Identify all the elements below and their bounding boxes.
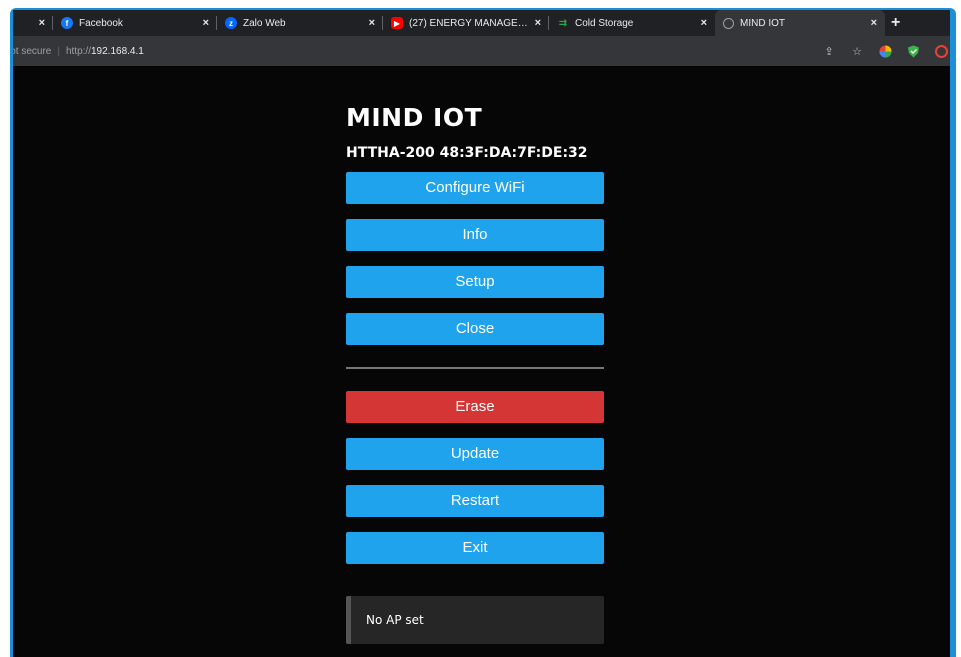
close-icon[interactable]: ×: [871, 17, 877, 29]
tab-title: Facebook: [79, 17, 123, 29]
tab-title: Cold Storage: [575, 17, 634, 29]
device-label: HTTHA-200 48:3F:DA:7F:DE:32: [346, 145, 588, 161]
browser-window: × f Facebook × z Zalo Web × ▶ (27) ENERG…: [13, 10, 950, 657]
security-indicator[interactable]: Not secure: [13, 46, 51, 57]
setup-button[interactable]: Setup: [346, 266, 604, 298]
close-button[interactable]: Close: [346, 313, 604, 345]
tab-facebook[interactable]: f Facebook ×: [53, 10, 217, 36]
status-message: No AP set: [346, 596, 604, 644]
address-separator: |: [57, 45, 60, 57]
toolbar-icons: ⇪ ☆: [822, 42, 950, 60]
address-bar[interactable]: Not secure | http:// 192.168.4.1: [13, 40, 873, 62]
tab-zalo[interactable]: z Zalo Web ×: [217, 10, 383, 36]
tab-strip: × f Facebook × z Zalo Web × ▶ (27) ENERG…: [13, 10, 950, 36]
primary-actions: Configure WiFi Info Setup Close: [346, 172, 604, 345]
close-icon[interactable]: ×: [39, 17, 45, 29]
url-host: 192.168.4.1: [90, 45, 144, 57]
youtube-icon: ▶: [391, 17, 403, 29]
secondary-actions: Erase Update Restart Exit: [346, 391, 604, 564]
close-icon[interactable]: ×: [369, 17, 375, 29]
wifi-manager-portal: MIND IOT HTTHA-200 48:3F:DA:7F:DE:32 Con…: [346, 100, 604, 644]
info-button[interactable]: Info: [346, 219, 604, 251]
share-icon[interactable]: ⇪: [822, 44, 836, 58]
tab-title: (27) ENERGY MANAGEMEN: [409, 17, 529, 29]
update-button[interactable]: Update: [346, 438, 604, 470]
shield-extension-icon[interactable]: [906, 44, 920, 58]
tab-title: Zalo Web: [243, 17, 286, 29]
tab-cold-storage[interactable]: ⇉ Cold Storage ×: [549, 10, 715, 36]
new-tab-button[interactable]: +: [891, 14, 900, 32]
globe-icon: [723, 17, 734, 29]
url-scheme: http://: [65, 45, 91, 57]
tab-blank[interactable]: ×: [13, 10, 53, 36]
star-icon[interactable]: ☆: [850, 44, 864, 58]
tab-title: MIND IOT: [740, 17, 785, 29]
exit-button[interactable]: Exit: [346, 532, 604, 564]
restart-button[interactable]: Restart: [346, 485, 604, 517]
tab-youtube[interactable]: ▶ (27) ENERGY MANAGEMEN ×: [383, 10, 549, 36]
cold-storage-icon: ⇉: [558, 17, 568, 29]
configure-wifi-button[interactable]: Configure WiFi: [346, 172, 604, 204]
browser-toolbar: Not secure | http:// 192.168.4.1 ⇪ ☆: [13, 36, 950, 66]
page-viewport: MIND IOT HTTHA-200 48:3F:DA:7F:DE:32 Con…: [13, 66, 950, 657]
close-icon[interactable]: ×: [535, 17, 541, 29]
extension-colorful-icon[interactable]: [878, 44, 892, 58]
facebook-icon: f: [61, 17, 73, 29]
zalo-icon: z: [225, 17, 237, 29]
tab-mind-iot[interactable]: MIND IOT ×: [715, 10, 885, 36]
close-icon[interactable]: ×: [701, 17, 707, 29]
close-icon[interactable]: ×: [203, 17, 209, 29]
chrome-extension-icon[interactable]: [934, 44, 948, 58]
section-divider: [346, 367, 604, 369]
erase-button[interactable]: Erase: [346, 391, 604, 423]
page-title: MIND IOT: [346, 103, 483, 132]
